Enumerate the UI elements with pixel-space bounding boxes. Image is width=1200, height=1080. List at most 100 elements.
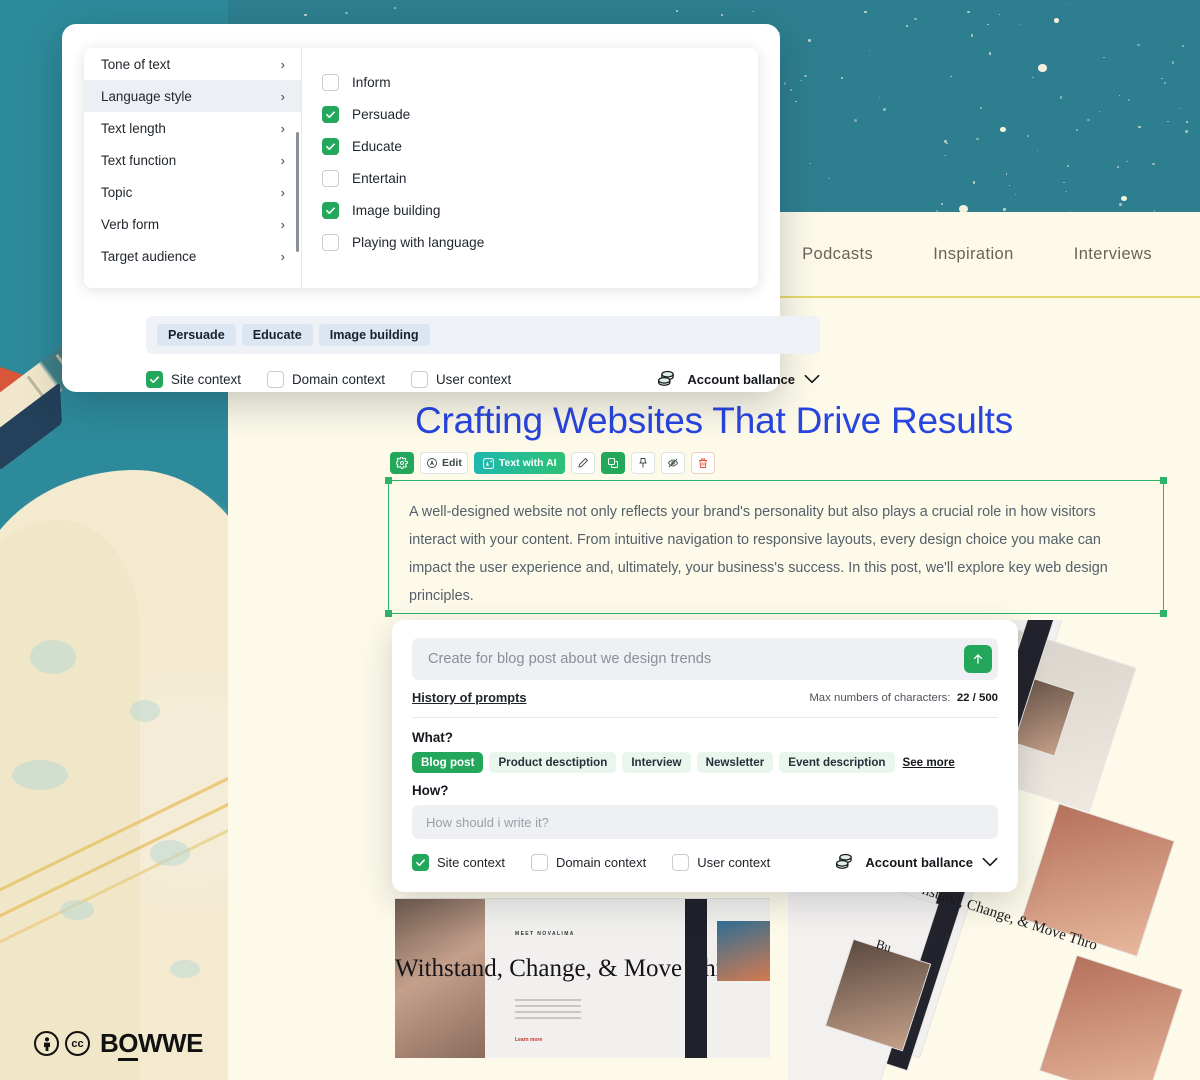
nav-item-interviews[interactable]: Interviews	[1074, 245, 1152, 264]
dropdown-context-user-context[interactable]: User context	[411, 370, 511, 388]
element-toolbar[interactable]: Edit Text with AI	[390, 452, 715, 474]
duplicate-button[interactable]	[600, 452, 625, 474]
how-input[interactable]: How should i write it?	[412, 805, 998, 839]
prompt-input-row[interactable]: Create for blog post about we design tre…	[412, 638, 998, 680]
preview-thumbnail	[717, 921, 770, 981]
illustration-speckle	[30, 640, 76, 674]
ai-context-domain-context[interactable]: Domain context	[530, 853, 646, 871]
style-brush-button[interactable]	[570, 452, 595, 474]
style-option-educate[interactable]: Educate	[322, 130, 758, 162]
text-with-ai-button[interactable]: Text with AI	[473, 452, 565, 474]
chevron-down-icon[interactable]	[804, 372, 820, 387]
style-category-target-audience[interactable]: Target audience ›	[84, 240, 301, 272]
cc-glyph: cc	[71, 1037, 84, 1050]
selected-tag[interactable]: Educate	[241, 324, 313, 346]
chevron-right-icon: ›	[280, 120, 285, 136]
style-category-tone-of-text[interactable]: Tone of text ›	[84, 48, 301, 80]
style-category-label: Language style	[101, 88, 192, 104]
star	[979, 106, 983, 109]
style-category-topic[interactable]: Topic ›	[84, 176, 301, 208]
star	[1067, 165, 1070, 168]
ai-context-checkbox[interactable]	[672, 853, 690, 871]
preview-photo	[1040, 955, 1182, 1080]
style-option-checkbox[interactable]	[322, 233, 339, 251]
category-scrollbar[interactable]	[296, 132, 299, 252]
send-prompt-button[interactable]	[964, 645, 992, 673]
edit-button[interactable]: Edit	[420, 452, 468, 474]
ai-context-site-context[interactable]: Site context	[412, 853, 505, 871]
brand-b: B	[100, 1028, 119, 1058]
style-option-label: Image building	[352, 202, 441, 218]
star	[972, 181, 976, 184]
style-option-list[interactable]: Inform Persuade Educate Entertain Image buil…	[302, 48, 758, 288]
selected-text-block[interactable]: A well-designed website not only reflect…	[385, 477, 1167, 617]
cc-by-person-icon	[34, 1031, 59, 1056]
resize-handle-bottom-left[interactable]	[385, 610, 392, 617]
selected-tag[interactable]: Persuade	[157, 324, 236, 346]
ai-context-user-context[interactable]: User context	[672, 853, 770, 871]
star	[1103, 57, 1105, 59]
star	[1005, 173, 1008, 175]
trash-icon	[698, 458, 707, 468]
nav-item-podcasts[interactable]: Podcasts	[802, 245, 873, 264]
history-of-prompts-link[interactable]: History of prompts	[412, 690, 526, 705]
ai-context-checkbox[interactable]	[412, 853, 429, 871]
style-option-playing-with-language[interactable]: Playing with language	[322, 226, 758, 258]
style-category-text-length[interactable]: Text length ›	[84, 112, 301, 144]
style-option-checkbox[interactable]	[322, 137, 339, 155]
what-chip-blog-post[interactable]: Blog post	[412, 752, 484, 773]
body-paragraph: A well-designed website not only reflect…	[409, 504, 1108, 604]
style-option-entertain[interactable]: Entertain	[322, 162, 758, 194]
resize-handle-top-right[interactable]	[1160, 477, 1167, 484]
style-category-text-function[interactable]: Text function ›	[84, 144, 301, 176]
dropdown-context-checkbox[interactable]	[146, 370, 163, 388]
star	[393, 7, 396, 9]
arrow-up-icon	[973, 654, 983, 664]
pin-button[interactable]	[630, 452, 655, 474]
see-more-link[interactable]: See more	[903, 756, 955, 769]
delete-button[interactable]	[690, 452, 715, 474]
selected-tag[interactable]: Image building	[318, 324, 430, 346]
dropdown-context-domain-context[interactable]: Domain context	[266, 370, 385, 388]
resize-handle-top-left[interactable]	[385, 477, 392, 484]
dropdown-context-checkbox[interactable]	[266, 370, 284, 388]
star	[883, 107, 887, 111]
style-category-label: Tone of text	[101, 56, 171, 72]
dropdown-context-account-balance[interactable]: Account ballance	[657, 369, 820, 389]
style-option-checkbox[interactable]	[322, 105, 339, 123]
style-option-label: Entertain	[352, 170, 407, 186]
prompt-input[interactable]: Create for blog post about we design tre…	[428, 651, 964, 667]
star	[1087, 118, 1090, 122]
what-chip-group[interactable]: Blog post Product desctiption Interview New…	[412, 752, 998, 773]
resize-handle-bottom-right[interactable]	[1160, 610, 1167, 617]
star	[1137, 43, 1140, 47]
what-chip-newsletter[interactable]: Newsletter	[696, 752, 774, 773]
style-option-inform[interactable]: Inform	[322, 66, 758, 98]
style-category-verb-form[interactable]: Verb form ›	[84, 208, 301, 240]
style-option-checkbox[interactable]	[322, 201, 339, 219]
dropdown-footer: Site context Domain context User context Ac…	[146, 369, 820, 389]
star	[976, 138, 979, 141]
style-category-list[interactable]: Tone of text › Language style › Text length ›…	[84, 48, 302, 288]
settings-button[interactable]	[390, 452, 414, 474]
hide-button[interactable]	[660, 452, 685, 474]
dropdown-context-site-context[interactable]: Site context	[146, 370, 241, 388]
dropdown-context-checkbox[interactable]	[411, 370, 429, 388]
style-category-language-style[interactable]: Language style ›	[84, 80, 301, 112]
illustration-speckle	[170, 960, 200, 978]
bowwe-watermark: cc BOWWE	[34, 1028, 203, 1061]
style-option-image-building[interactable]: Image building	[322, 194, 758, 226]
style-option-persuade[interactable]: Persuade	[322, 98, 758, 130]
style-option-checkbox[interactable]	[322, 73, 339, 91]
ai-context-checkbox[interactable]	[530, 853, 548, 871]
chevron-down-icon[interactable]	[982, 855, 998, 870]
what-chip-product-desctiption[interactable]: Product desctiption	[489, 752, 617, 773]
what-chip-event-description[interactable]: Event description	[779, 752, 895, 773]
star	[1119, 94, 1121, 97]
nav-item-inspiration[interactable]: Inspiration	[933, 245, 1014, 264]
edit-circle-icon	[427, 458, 437, 468]
style-option-checkbox[interactable]	[322, 169, 339, 187]
what-chip-interview[interactable]: Interview	[622, 752, 691, 773]
ai-context-account-balance[interactable]: Account ballance	[835, 852, 998, 872]
chevron-right-icon: ›	[280, 216, 285, 232]
